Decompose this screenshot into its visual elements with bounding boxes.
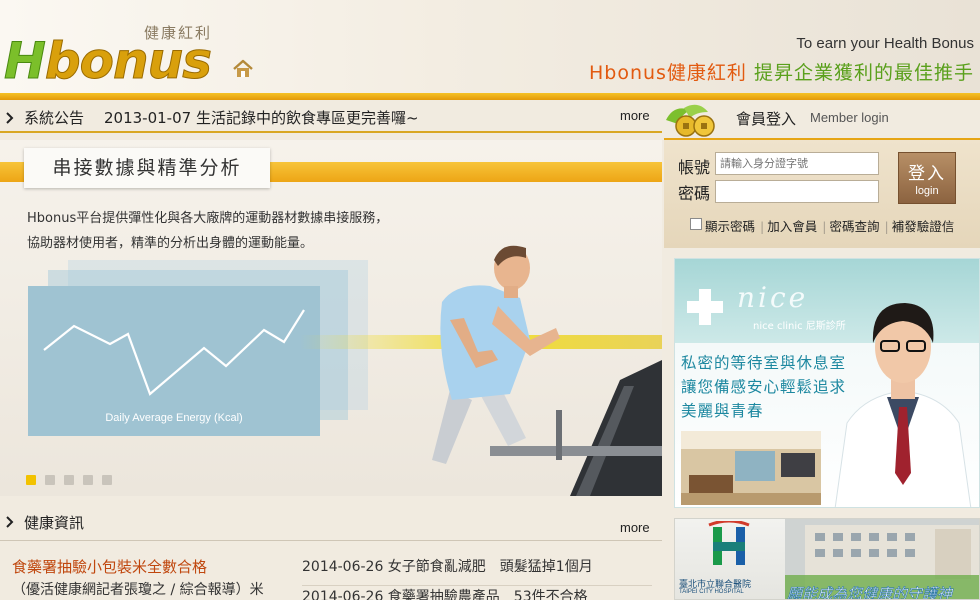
login-button-label-en: login [915,185,939,197]
hospital-logo-icon [708,521,750,565]
slide-dot-2[interactable] [45,475,55,485]
hospital-slogan: 願能成為您健康的守護神 [787,585,953,600]
coins-icon [666,104,715,137]
chevron-right-icon [6,112,14,124]
site-logo[interactable]: 健康紅利 Hbonus [4,14,244,91]
login-title-english: Member login [810,110,889,125]
runner-on-treadmill-image [432,245,662,496]
site-header: 健康紅利 Hbonus To earn your Health Bonus Hb… [0,0,980,100]
chart-panel: Daily Average Energy (Kcal) [28,286,320,436]
logo-wordmark: Hbonus [4,32,213,91]
health-news-list: 2014-06-26 女子節食亂減肥 頭髮猛掉1個月 2014-06-26 食藥… [302,556,652,600]
login-links: 顯示密碼 | 加入會員 | 密碼查詢 | 補發驗證信 [690,216,956,235]
login-button[interactable]: 登入 login [898,152,956,204]
account-label: 帳號 [678,158,711,177]
health-info-header: 健康資訊 more [0,510,662,540]
featured-headline[interactable]: 食藥署抽驗小包裝米全數合格 [12,556,207,577]
announcement-link[interactable]: 2013-01-07 生活記錄中的飲食專區更完善囉~ [104,107,419,128]
hero-banner[interactable]: 串接數據與精準分析 Hbonus平台提供彈性化與各大廠牌的運動器材數據串接服務，… [0,140,662,496]
nice-clinic-ad[interactable]: nice nice clinic 尼斯診所 私密的等待室與休息室 讓您備感安心輕… [674,258,980,508]
slide-dot-4[interactable] [83,475,93,485]
nice-brand: nice [737,281,809,314]
login-button-label: 登入 [908,164,946,184]
announcement-label: 系統公告 [24,109,85,127]
doctor-image [834,303,972,507]
hero-title: 串接數據與精準分析 [24,148,270,188]
login-title: 會員登入 [736,110,797,128]
medical-cross-icon [687,289,723,325]
home-icon[interactable] [232,58,254,80]
ad-copy: 私密的等待室與休息室 讓您備感安心輕鬆追求 美麗與青春 [681,351,846,423]
login-header: 會員登入 Member login [664,98,980,138]
chart-caption: Daily Average Energy (Kcal) [105,412,243,424]
tagline-brand: Hbonus健康紅利 [588,62,747,84]
show-password-label[interactable]: 顯示密碼 [705,219,755,234]
featured-summary: （優活健康網記者張瓊之 / 綜合報導）米 [12,582,264,598]
health-info-title: 健康資訊 [24,514,85,532]
hero-description: Hbonus平台提供彈性化與各大廠牌的運動器材數據串接服務， 協助器材使用者，精… [27,206,427,256]
ad-copy-line-2: 讓您備感安心輕鬆追求 [681,378,847,396]
list-item[interactable]: 2014-06-26 女子節食亂減肥 頭髮猛掉1個月 [302,556,652,586]
list-item[interactable]: 2014-06-26 食藥署抽驗農產品 53件不合格 [302,586,652,600]
login-form: 帳號 密碼 登入 login 顯示密碼|加入會員|密碼查詢|補發驗證信 [664,138,980,248]
health-info-divider [0,540,662,541]
health-info-more-link[interactable]: more [620,520,650,535]
slide-dot-3[interactable] [64,475,74,485]
password-lookup-link[interactable]: 密碼查詢 [829,219,879,234]
tagline-slogan: 提昇企業獲利的最佳推手 [753,62,974,84]
hero-description-line-2: 協助器材使用者，精準的分析出身體的運動能量。 [27,236,314,251]
resend-verification-link[interactable]: 補發驗證信 [892,219,955,234]
slide-dot-5[interactable] [102,475,112,485]
password-input[interactable] [715,180,879,203]
tagline-chinese: Hbonus健康紅利 提昇企業獲利的最佳推手 [589,58,974,85]
hospital-name-english: TAIPEI CITY HOSPITAL [679,589,744,595]
slide-dot-1[interactable] [26,475,36,485]
waiting-room-image [681,431,821,505]
chevron-right-icon [6,516,14,528]
slide-indicators [26,470,121,485]
divider: | [822,219,827,234]
announcement-more-link[interactable]: more [620,108,650,123]
account-input[interactable] [715,152,879,175]
ticker-divider [0,131,662,133]
ad-copy-line-1: 私密的等待室與休息室 [681,354,847,372]
announcement-ticker: 系統公告 2013-01-07 生活記錄中的飲食專區更完善囉~ more [0,104,662,130]
tagline-english: To earn your Health Bonus [796,35,974,52]
hero-description-line-1: Hbonus平台提供彈性化與各大廠牌的運動器材數據串接服務， [27,211,389,226]
password-label: 密碼 [678,184,711,203]
ad-copy-line-3: 美麗與青春 [681,402,764,420]
taipei-hospital-ad[interactable]: 臺北市立聯合醫院 TAIPEI CITY HOSPITAL 願能成為您健康的守護… [674,518,980,600]
divider: | [760,219,765,234]
divider: | [884,219,889,234]
join-member-link[interactable]: 加入會員 [767,219,817,234]
